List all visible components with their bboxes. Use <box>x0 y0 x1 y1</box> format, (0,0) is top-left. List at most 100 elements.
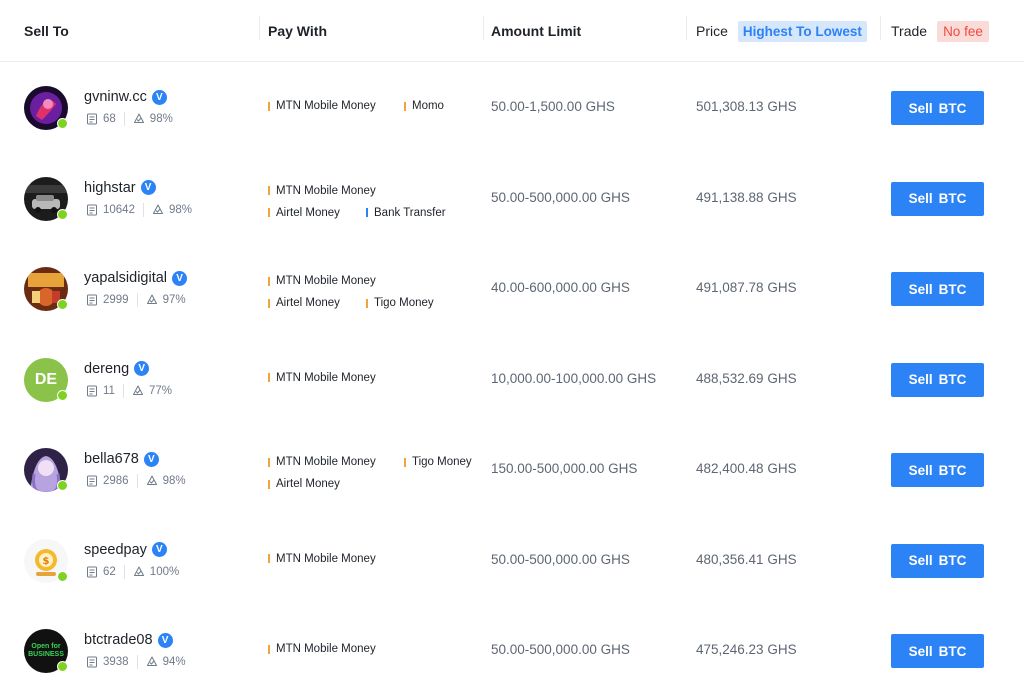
header-divider <box>483 16 484 40</box>
payment-method: MTN Mobile Money <box>268 643 376 655</box>
orders-count: 2986 <box>103 475 129 487</box>
sell-button-asset: BTC <box>938 462 967 478</box>
table-header: Sell To Pay With Amount Limit Price High… <box>0 0 1024 62</box>
stats-divider <box>123 112 125 126</box>
merchant-name-text[interactable]: bella678 <box>84 451 139 467</box>
merchant-name[interactable]: bella678 V <box>84 451 159 467</box>
merchant-name-text[interactable]: btctrade08 <box>84 632 153 648</box>
online-status-dot <box>57 480 68 491</box>
completion-rate: 97% <box>162 294 186 306</box>
orders-icon <box>86 204 98 216</box>
payment-method-label: Airtel Money <box>276 297 340 309</box>
merchant-stats: 10642 98% <box>86 202 193 217</box>
sell-button-action: Sell <box>908 100 933 116</box>
sell-button-action: Sell <box>908 553 933 568</box>
payment-method: MTN Mobile Money <box>268 456 376 468</box>
price-value: 482,400.48 GHS <box>696 461 797 476</box>
payment-method-label: Airtel Money <box>276 478 340 490</box>
sell-btc-button[interactable]: Sell BTC <box>891 453 984 487</box>
merchant-name-text[interactable]: speedpay <box>84 542 147 558</box>
price-label: Price <box>696 23 728 39</box>
online-status-dot <box>57 389 68 401</box>
price-value: 480,356.41 GHS <box>696 551 797 567</box>
sell-btc-button[interactable]: Sell BTC <box>891 362 984 397</box>
payment-method: MTN Mobile Money <box>268 275 376 287</box>
table-row: gvninw.cc V 68 98% MTN Mobile Money Momo 50.00… <box>0 62 1024 152</box>
stats-divider <box>142 202 144 217</box>
completion-rate-icon <box>133 566 145 578</box>
no-fee-badge: No fee <box>937 20 989 42</box>
orders-icon <box>86 113 98 125</box>
header-divider <box>686 16 687 40</box>
online-status-dot <box>57 661 68 672</box>
merchant-name[interactable]: yapalsidigital V <box>84 270 188 286</box>
sell-button-action: Sell <box>908 281 933 297</box>
merchant-name[interactable]: dereng V <box>84 361 150 377</box>
payment-method-marker <box>268 298 270 308</box>
sell-btc-button[interactable]: Sell BTC <box>891 272 984 306</box>
sell-btc-button[interactable]: Sell BTC <box>891 543 984 578</box>
table-row: highstar V 10642 98% MTN Mobile Money Airtel … <box>0 153 1024 243</box>
price-value: 491,087.78 GHS <box>696 280 797 295</box>
table-row: $ speedpay V 62 100% MTN Mobile Money 50.00-50… <box>0 515 1024 605</box>
payment-method-label: MTN Mobile Money <box>276 643 376 655</box>
amount-limit: 50.00-1,500.00 GHS <box>491 99 615 114</box>
merchant-stats: 2999 97% <box>86 293 186 307</box>
payment-method-marker <box>268 186 270 195</box>
payment-method-label: MTN Mobile Money <box>276 456 376 468</box>
merchant-name[interactable]: btctrade08 V <box>84 632 173 648</box>
payment-method: Bank Transfer <box>366 207 446 219</box>
sort-toggle[interactable]: Highest To Lowest <box>737 20 867 42</box>
avatar-text: Open for BUSINESS <box>28 643 64 658</box>
online-status-dot <box>57 208 68 220</box>
merchant-stats: 2986 98% <box>86 474 186 488</box>
orders-icon <box>86 566 98 578</box>
payment-method-label: MTN Mobile Money <box>276 552 376 565</box>
sell-button-action: Sell <box>908 372 933 387</box>
stats-divider <box>136 474 138 488</box>
merchant-name[interactable]: highstar V <box>84 180 156 196</box>
sell-button-asset: BTC <box>938 553 967 568</box>
merchant-name-text[interactable]: highstar <box>84 180 136 196</box>
payment-method: Tigo Money <box>404 456 472 468</box>
price-value: 475,246.23 GHS <box>696 642 797 657</box>
verified-badge-icon: V <box>151 89 167 105</box>
merchant-name-text[interactable]: gvninw.cc <box>84 89 147 105</box>
completion-rate: 98% <box>149 113 173 125</box>
completion-rate: 98% <box>168 203 193 216</box>
sell-btc-button[interactable]: Sell BTC <box>891 634 984 668</box>
completion-rate: 98% <box>162 475 186 487</box>
verified-badge-icon: V <box>157 632 173 648</box>
online-status-dot <box>57 118 68 129</box>
payment-method: MTN Mobile Money <box>268 372 376 384</box>
sell-btc-button[interactable]: Sell BTC <box>891 91 984 125</box>
amount-limit: 50.00-500,000.00 GHS <box>491 551 630 567</box>
orders-count: 10642 <box>103 203 135 216</box>
sell-button-action: Sell <box>908 462 933 478</box>
payment-method: Airtel Money <box>268 478 340 490</box>
amount-limit: 40.00-600,000.00 GHS <box>491 280 630 295</box>
table-row: yapalsidigital V 2999 97% MTN Mobile Money Ai… <box>0 243 1024 333</box>
merchant-name-text[interactable]: dereng <box>84 361 129 377</box>
verified-badge-icon: V <box>143 451 159 467</box>
payment-method-label: Momo <box>412 100 444 112</box>
orders-count: 11 <box>103 384 115 397</box>
merchant-name-text[interactable]: yapalsidigital <box>84 270 167 286</box>
payment-method-label: Bank Transfer <box>374 206 446 219</box>
column-price: Price Highest To Lowest <box>696 0 867 62</box>
orders-count: 68 <box>103 113 116 125</box>
verified-badge-icon: V <box>140 180 156 195</box>
sell-button-action: Sell <box>908 191 933 206</box>
merchant-name[interactable]: speedpay V <box>84 542 167 558</box>
merchant-name[interactable]: gvninw.cc V <box>84 89 167 105</box>
sell-btc-button[interactable]: Sell BTC <box>891 181 984 216</box>
table-row: bella678 V 2986 98% MTN Mobile Money Tigo Mon… <box>0 424 1024 514</box>
payment-method: Airtel Money <box>268 297 340 309</box>
price-value: 488,532.69 GHS <box>696 370 797 386</box>
column-pay-with: Pay With <box>268 23 327 39</box>
stats-divider <box>136 293 138 307</box>
payment-method-label: Tigo Money <box>374 297 434 309</box>
sell-button-asset: BTC <box>938 100 967 116</box>
sell-button-asset: BTC <box>938 281 967 297</box>
orders-icon <box>86 294 98 306</box>
